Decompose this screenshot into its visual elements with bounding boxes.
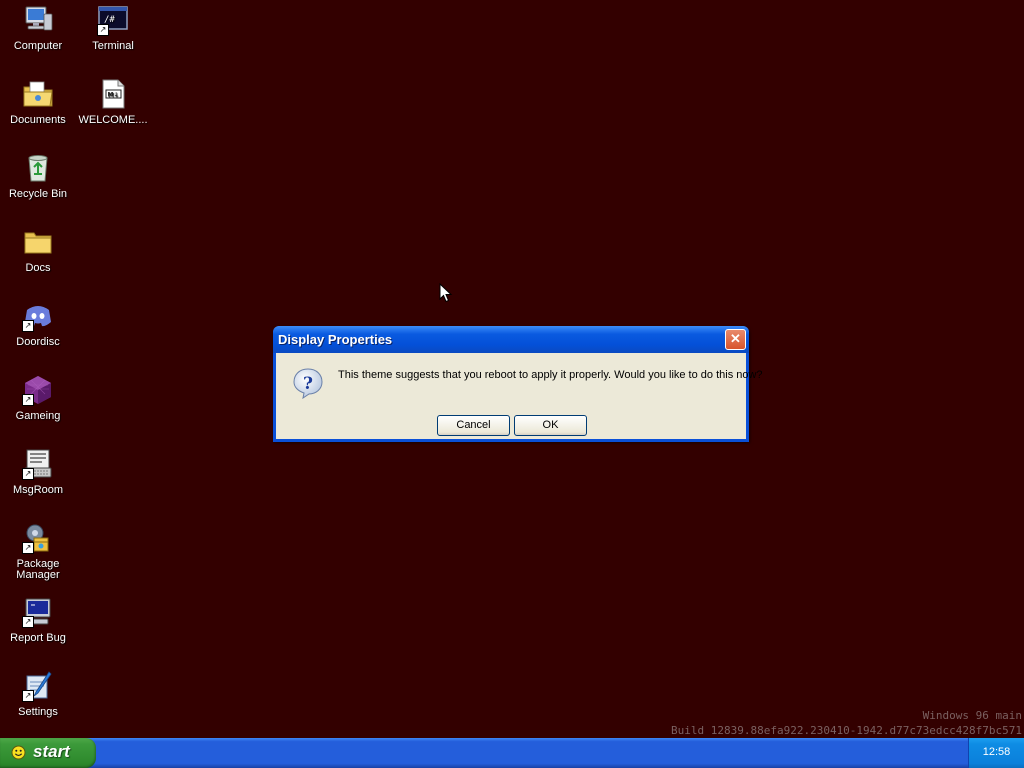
report-bug-icon: ↗ bbox=[22, 596, 54, 628]
system-tray: 12:58 bbox=[968, 738, 1024, 768]
dialog-title: Display Properties bbox=[278, 332, 393, 347]
desktop-icon-label: Docs bbox=[25, 262, 51, 274]
desktop-icon-label: Report Bug bbox=[10, 632, 66, 644]
start-label: start bbox=[33, 742, 70, 761]
desktop-icon-settings[interactable]: ↗ Settings bbox=[0, 670, 76, 718]
svg-text:M↓: M↓ bbox=[108, 92, 119, 99]
watermark-line-1: Windows 96 main bbox=[922, 709, 1022, 722]
desktop-icon-label: Computer bbox=[13, 40, 63, 52]
close-button[interactable]: ✕ bbox=[725, 329, 746, 350]
settings-icon: ↗ bbox=[22, 670, 54, 702]
svg-text:?: ? bbox=[303, 374, 313, 394]
desktop-icon-recycle-bin[interactable]: Recycle Bin bbox=[0, 152, 76, 200]
shortcut-arrow-icon: ↗ bbox=[22, 690, 34, 702]
clock[interactable]: 12:58 bbox=[969, 746, 1024, 758]
desktop-icon-msgroom[interactable]: ↗ MsgRoom bbox=[0, 448, 76, 496]
desktop-icon-welcome[interactable]: M↓ WELCOME.... bbox=[75, 78, 151, 126]
desktop-icon-docs[interactable]: Docs bbox=[0, 226, 76, 274]
desktop-icon-label: Package Manager bbox=[16, 558, 60, 581]
shortcut-arrow-icon: ↗ bbox=[22, 542, 34, 554]
desktop-icon-documents[interactable]: Documents bbox=[0, 78, 76, 126]
dialog-titlebar[interactable]: Display Properties ✕ bbox=[273, 326, 749, 353]
build-watermark: Windows 96 main Build 12839.88efa922.230… bbox=[671, 708, 1022, 738]
desktop-icon-label: Terminal bbox=[92, 40, 134, 52]
desktop-icon-package-manager[interactable]: ↗ Package Manager bbox=[0, 522, 76, 581]
desktop-icon-computer[interactable]: Computer bbox=[0, 4, 76, 52]
desktop-icon-label: MsgRoom bbox=[12, 484, 64, 496]
folder-icon bbox=[22, 226, 54, 258]
smiley-icon bbox=[11, 745, 26, 760]
shortcut-arrow-icon: ↗ bbox=[97, 24, 109, 36]
shortcut-arrow-icon: ↗ bbox=[22, 616, 34, 628]
desktop-icon-gameing[interactable]: ↗ Gameing bbox=[0, 374, 76, 422]
dialog-body: ? This theme suggests that you reboot to… bbox=[276, 353, 763, 439]
watermark-line-2: Build 12839.88efa922.230410-1942.d77c73e… bbox=[671, 724, 1022, 737]
ok-button[interactable]: OK bbox=[514, 415, 587, 436]
taskbar: start 12:58 bbox=[0, 738, 1024, 768]
markdown-file-icon: M↓ bbox=[97, 78, 129, 110]
shortcut-arrow-icon: ↗ bbox=[22, 394, 34, 406]
cancel-button[interactable]: Cancel bbox=[437, 415, 510, 436]
discord-icon: ↗ bbox=[22, 300, 54, 332]
desktop-icon-label: Settings bbox=[18, 706, 58, 718]
documents-folder-icon bbox=[22, 78, 54, 110]
display-properties-dialog: Display Properties ✕ ? This theme sugges… bbox=[273, 326, 763, 442]
desktop-icon-report-bug[interactable]: ↗ Report Bug bbox=[0, 596, 76, 644]
cube-icon: ↗ bbox=[22, 374, 54, 406]
start-button[interactable]: start bbox=[0, 738, 96, 768]
package-manager-icon: ↗ bbox=[22, 522, 54, 554]
computer-icon bbox=[22, 4, 54, 36]
recycle-bin-icon bbox=[22, 152, 54, 184]
desktop-icon-label: Recycle Bin bbox=[8, 188, 68, 200]
dialog-message: This theme suggests that you reboot to a… bbox=[338, 369, 763, 381]
msgroom-icon: ↗ bbox=[22, 448, 54, 480]
shortcut-arrow-icon: ↗ bbox=[22, 468, 34, 480]
shortcut-arrow-icon: ↗ bbox=[22, 320, 34, 332]
desktop-icon-doordisc[interactable]: ↗ Doordisc bbox=[0, 300, 76, 348]
question-icon: ? bbox=[292, 367, 324, 400]
desktop-icon-label: Doordisc bbox=[16, 336, 60, 348]
desktop: Computer /# ↗ Terminal Documents M↓ WELC… bbox=[0, 0, 1024, 738]
desktop-icon-label: Gameing bbox=[15, 410, 61, 422]
desktop-icon-terminal[interactable]: /# ↗ Terminal bbox=[75, 4, 151, 52]
mouse-pointer-icon bbox=[439, 282, 453, 308]
desktop-icon-label: Documents bbox=[10, 114, 66, 126]
desktop-icon-label: WELCOME.... bbox=[78, 114, 148, 126]
terminal-icon: /# ↗ bbox=[97, 4, 129, 36]
